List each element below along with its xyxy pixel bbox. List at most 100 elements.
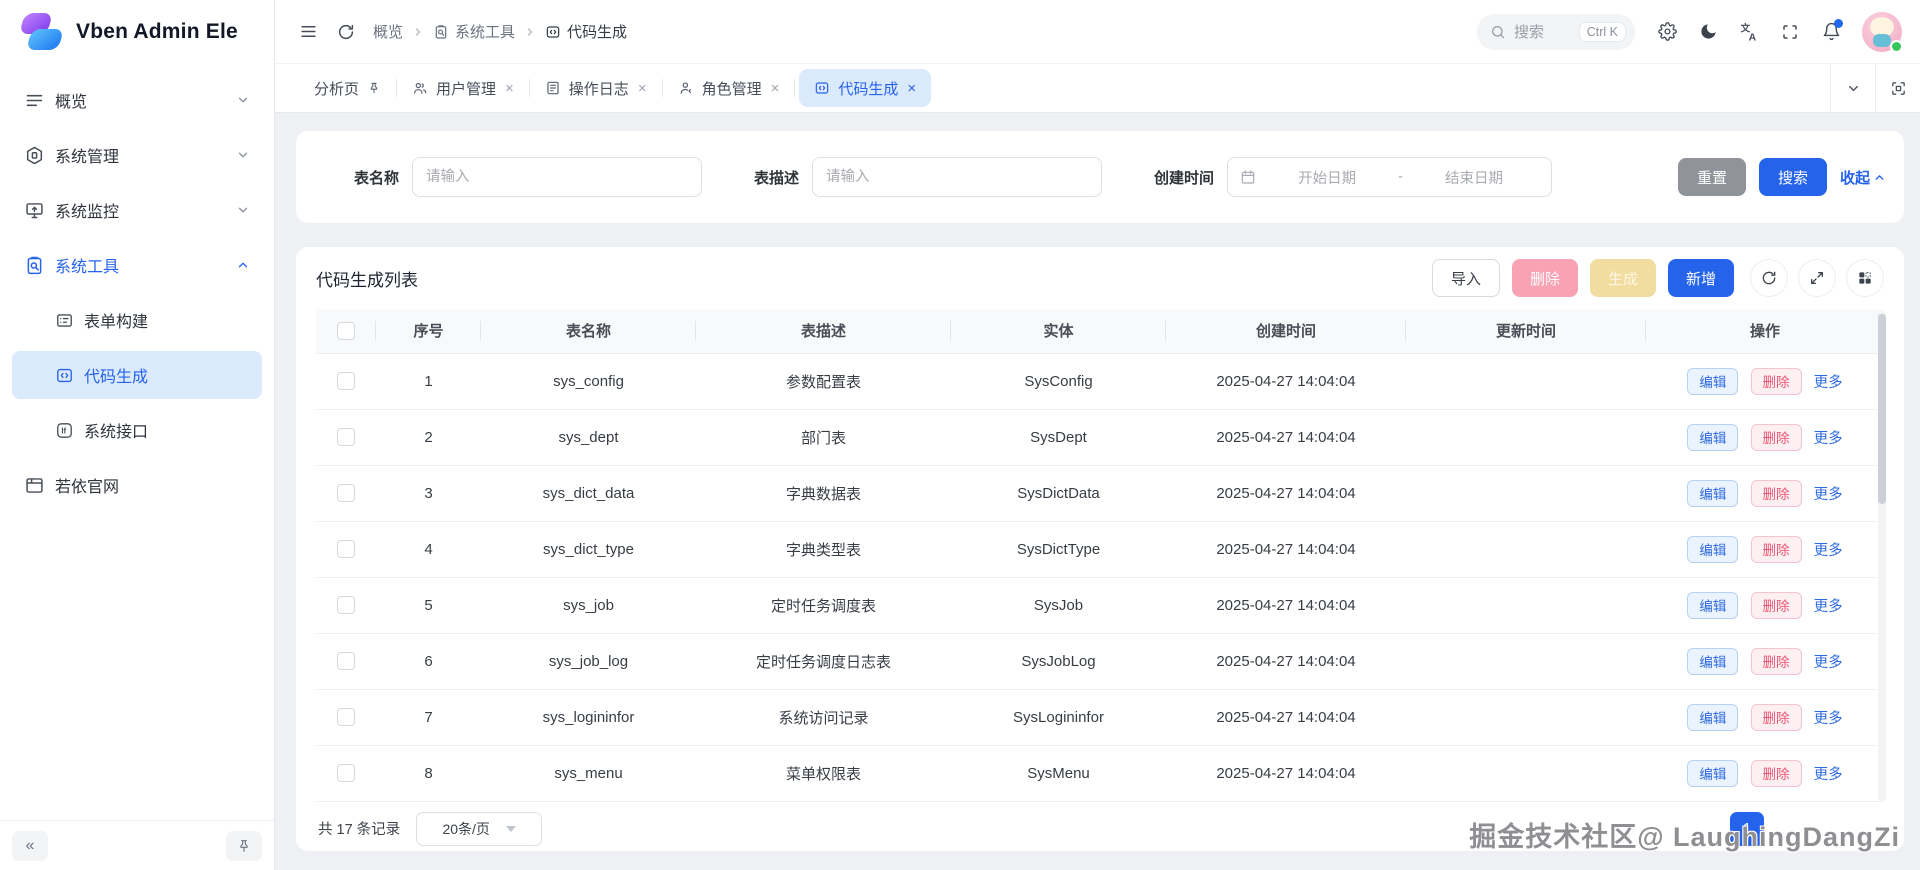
delete-button[interactable]: 删除	[1750, 367, 1802, 395]
sidebar-item-system-tools[interactable]: 系统工具	[12, 241, 262, 289]
sidebar-item-system-monitor[interactable]: 系统监控	[12, 186, 262, 234]
breadcrumb-code-generation[interactable]: 代码生成	[545, 21, 627, 42]
sidebar-pin-button[interactable]	[226, 830, 262, 861]
edit-button[interactable]: 编辑	[1687, 367, 1739, 395]
sidebar-item-code-generation[interactable]: 代码生成	[12, 351, 262, 399]
table-row: 7 sys_logininfor 系统访问记录 SysLogininfor 20…	[316, 689, 1884, 746]
cell-table-name: sys_job_log	[481, 633, 696, 690]
more-button[interactable]: 更多	[1814, 427, 1843, 448]
delete-button[interactable]: 删除	[1750, 703, 1802, 731]
settings-button[interactable]	[1648, 13, 1686, 51]
page-1-button[interactable]: 1	[1730, 811, 1764, 846]
delete-button[interactable]: 删除	[1750, 591, 1802, 619]
select-all-checkbox[interactable]	[337, 321, 355, 340]
content-maximize-button[interactable]	[1875, 64, 1920, 112]
cell-table-name: sys_dict_data	[481, 465, 696, 522]
table-fullscreen-button[interactable]	[1798, 259, 1836, 297]
language-button[interactable]: 文A	[1730, 13, 1768, 51]
tabbar-controls	[1830, 64, 1920, 112]
table-toolbar: 导入 删除 生成 新增	[1431, 259, 1884, 297]
refresh-table-button[interactable]	[1750, 259, 1788, 297]
global-search-button[interactable]: 搜索 Ctrl K	[1477, 13, 1635, 50]
sidebar-item-system-interface[interactable]: If 系统接口	[12, 406, 262, 454]
cell-updated-at	[1406, 465, 1646, 522]
sidebar-item-form-builder[interactable]: 表单构建	[12, 296, 262, 344]
search-button[interactable]: 搜索	[1758, 158, 1827, 196]
row-checkbox[interactable]	[337, 428, 355, 447]
edit-button[interactable]: 编辑	[1687, 591, 1739, 619]
generate-button[interactable]: 生成	[1589, 259, 1656, 297]
date-range-picker[interactable]: 开始日期 - 结束日期	[1227, 157, 1553, 197]
chevron-up-icon	[1875, 174, 1884, 180]
table-row: 3 sys_dict_data 字典数据表 SysDictData 2025-0…	[316, 465, 1884, 522]
tab-analysis[interactable]: 分析页	[299, 64, 396, 112]
table-desc-input[interactable]	[812, 157, 1103, 197]
edit-button[interactable]: 编辑	[1687, 479, 1739, 507]
close-icon[interactable]: ×	[638, 81, 647, 96]
close-icon[interactable]: ×	[771, 81, 780, 96]
row-checkbox[interactable]	[337, 372, 355, 391]
row-checkbox[interactable]	[337, 708, 355, 727]
sidebar-item-official-site[interactable]: 若依官网	[12, 461, 262, 509]
close-icon[interactable]: ×	[907, 81, 916, 96]
notifications-button[interactable]	[1812, 13, 1850, 51]
delete-button[interactable]: 删除	[1750, 647, 1802, 675]
row-checkbox[interactable]	[337, 596, 355, 615]
row-checkbox[interactable]	[337, 484, 355, 503]
delete-button[interactable]: 删除	[1750, 759, 1802, 787]
more-button[interactable]: 更多	[1814, 651, 1843, 672]
edit-button[interactable]: 编辑	[1687, 423, 1739, 451]
delete-button[interactable]: 删除	[1750, 423, 1802, 451]
row-select-cell	[316, 409, 376, 466]
caret-down-icon	[505, 825, 516, 832]
more-button[interactable]: 更多	[1814, 595, 1843, 616]
content: 表名称 表描述 创建时间 开始日期 - 结束日期 重置 搜索	[275, 113, 1920, 870]
collapse-filter-button[interactable]: 收起	[1840, 167, 1886, 188]
dark-mode-button[interactable]	[1689, 13, 1727, 51]
tab-role-management[interactable]: 角色管理 ×	[663, 64, 795, 112]
table-name-input[interactable]	[412, 157, 703, 197]
delete-button[interactable]: 删除	[1750, 479, 1802, 507]
fullscreen-button[interactable]	[1771, 13, 1809, 51]
close-icon[interactable]: ×	[505, 81, 514, 96]
more-button[interactable]: 更多	[1814, 371, 1843, 392]
sidebar-item-system-management[interactable]: 系统管理	[12, 131, 262, 179]
refresh-page-button[interactable]	[327, 13, 365, 51]
reset-button[interactable]: 重置	[1677, 158, 1746, 196]
sidebar-item-overview[interactable]: 概览	[12, 76, 262, 124]
more-button[interactable]: 更多	[1814, 539, 1843, 560]
row-checkbox[interactable]	[337, 540, 355, 559]
bulk-delete-button[interactable]: 删除	[1511, 259, 1578, 297]
sidebar-toggle-button[interactable]	[289, 13, 327, 51]
pin-icon[interactable]	[367, 81, 381, 95]
more-button[interactable]: 更多	[1814, 483, 1843, 504]
delete-button[interactable]: 删除	[1750, 535, 1802, 563]
tab-code-generation[interactable]: 代码生成 ×	[799, 69, 932, 107]
add-button[interactable]: 新增	[1667, 259, 1734, 297]
import-button[interactable]: 导入	[1431, 259, 1500, 297]
tab-user-management[interactable]: 用户管理 ×	[397, 64, 529, 112]
breadcrumb-system-tools[interactable]: 系统工具	[433, 21, 515, 42]
page-size-select[interactable]: 20条/页	[416, 811, 543, 846]
table-head: 序号 表名称 表描述 实体 创建时间 更新时间 操作	[316, 309, 1884, 354]
edit-button[interactable]: 编辑	[1687, 703, 1739, 731]
avatar[interactable]	[1862, 11, 1903, 53]
row-checkbox[interactable]	[337, 652, 355, 671]
more-button[interactable]: 更多	[1814, 763, 1843, 784]
edit-button[interactable]: 编辑	[1687, 535, 1739, 563]
column-settings-button[interactable]	[1846, 259, 1884, 297]
cell-updated-at	[1406, 409, 1646, 466]
scrollbar-thumb[interactable]	[1878, 314, 1886, 504]
row-checkbox[interactable]	[337, 764, 355, 783]
table-row: 2 sys_dept 部门表 SysDept 2025-04-27 14:04:…	[316, 409, 1884, 466]
edit-button[interactable]: 编辑	[1687, 759, 1739, 787]
cell-created-at: 2025-04-27 14:04:04	[1166, 353, 1406, 410]
breadcrumb-overview[interactable]: 概览	[373, 21, 403, 42]
edit-button[interactable]: 编辑	[1687, 647, 1739, 675]
create-time-label: 创建时间	[1154, 169, 1215, 187]
sidebar-collapse-button[interactable]: «	[12, 830, 48, 861]
tab-operation-log[interactable]: 操作日志 ×	[530, 64, 662, 112]
tabs-menu-button[interactable]	[1830, 64, 1875, 112]
cell-created-at: 2025-04-27 14:04:04	[1166, 465, 1406, 522]
more-button[interactable]: 更多	[1814, 707, 1843, 728]
